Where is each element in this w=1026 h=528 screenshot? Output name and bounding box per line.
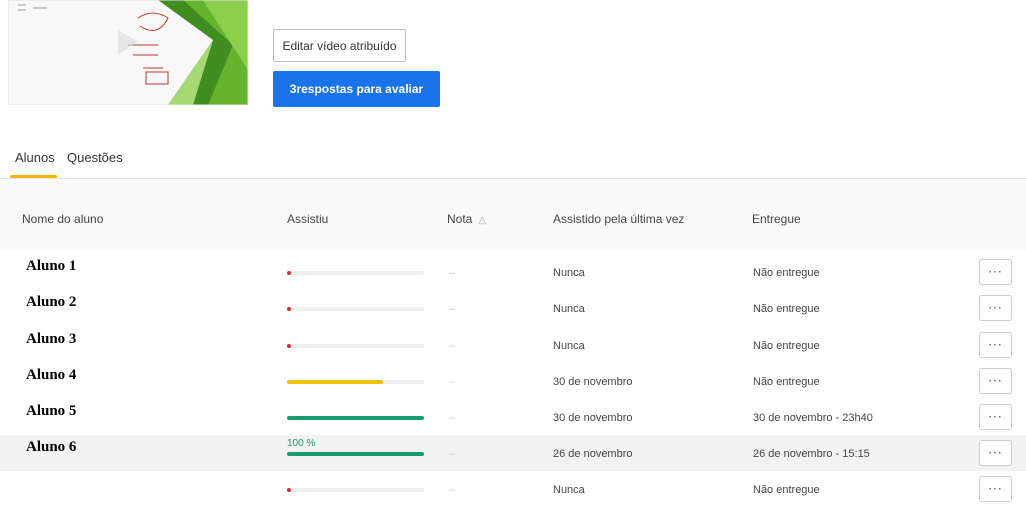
last-watched-value: Nunca xyxy=(553,340,585,352)
table-row[interactable]: Aluno 3 – Nunca Não entregue ··· xyxy=(0,327,1026,363)
column-header-last-watched[interactable]: Assistido pela última vez xyxy=(553,212,684,226)
table-row[interactable]: – Nunca Não entregue ··· xyxy=(0,471,1026,507)
last-watched-value: Nunca xyxy=(553,484,585,496)
watched-progress-fill xyxy=(287,452,424,456)
column-header-name[interactable]: Nome do aluno xyxy=(22,212,103,226)
sort-icon[interactable]: △ xyxy=(478,215,486,226)
student-name[interactable]: Aluno 4 xyxy=(26,367,76,384)
watched-progress-fill xyxy=(287,488,291,492)
delivered-value: Não entregue xyxy=(753,484,820,496)
grade-value: – xyxy=(449,303,456,315)
row-more-options-button[interactable]: ··· xyxy=(979,332,1012,358)
table-row[interactable]: Aluno 1 – Nunca Não entregue ··· xyxy=(0,254,1026,290)
watched-progress-fill xyxy=(287,416,424,420)
delivered-value: Não entregue xyxy=(753,340,820,352)
last-watched-value: 30 de novembro xyxy=(553,412,633,424)
delivered-value: Não entregue xyxy=(753,303,820,315)
student-name[interactable]: Aluno 2 xyxy=(26,294,76,311)
column-header-watched[interactable]: Assistiu xyxy=(287,212,328,226)
grade-value: – xyxy=(449,376,456,388)
last-watched-value: Nunca xyxy=(553,303,585,315)
tab-students[interactable]: Alunos xyxy=(15,150,55,165)
video-header: Editar vídeo atribuído 3respostas para a… xyxy=(0,0,1026,135)
grade-value: – xyxy=(449,412,456,424)
watched-progress-bar xyxy=(287,380,424,384)
last-watched-value: Nunca xyxy=(553,267,585,279)
answers-to-grade-button[interactable]: 3respostas para avaliar xyxy=(273,71,440,107)
thumbnail-image xyxy=(8,0,248,105)
grade-value: – xyxy=(449,267,456,279)
table-row[interactable]: Aluno 6 100 % – 26 de novembro 26 de novembr… xyxy=(0,435,1026,471)
row-more-options-button[interactable]: ··· xyxy=(979,476,1012,502)
watched-progress-bar xyxy=(287,416,424,420)
watched-progress-fill xyxy=(287,271,291,275)
table-row[interactable]: Aluno 2 – Nunca Não entregue ··· xyxy=(0,290,1026,326)
grade-value: – xyxy=(449,340,456,352)
watched-percent: 100 % xyxy=(287,438,316,449)
delivered-value: 30 de novembro - 23h40 xyxy=(753,412,873,424)
last-watched-value: 26 de novembro xyxy=(553,448,633,460)
student-name[interactable]: Aluno 6 xyxy=(26,439,76,456)
row-more-options-button[interactable]: ··· xyxy=(979,404,1012,430)
delivered-value: Não entregue xyxy=(753,376,820,388)
row-more-options-button[interactable]: ··· xyxy=(979,259,1012,285)
watched-progress-bar xyxy=(287,488,424,492)
row-more-options-button[interactable]: ··· xyxy=(979,295,1012,321)
student-name[interactable]: Aluno 5 xyxy=(26,403,76,420)
watched-progress-fill xyxy=(287,344,291,348)
column-header-grade[interactable]: Nota △ xyxy=(447,212,486,226)
row-more-options-button[interactable]: ··· xyxy=(979,440,1012,466)
video-thumbnail[interactable] xyxy=(8,0,248,105)
watched-progress-bar xyxy=(287,452,424,456)
table-row[interactable]: Aluno 4 – 30 de novembro Não entregue ··· xyxy=(0,363,1026,399)
delivered-value: Não entregue xyxy=(753,267,820,279)
edit-video-button[interactable]: Editar vídeo atribuído xyxy=(273,29,406,62)
grade-value: – xyxy=(449,484,456,496)
column-header-delivered[interactable]: Entregue xyxy=(752,212,801,226)
column-header-grade-label: Nota xyxy=(447,212,473,226)
tab-questions[interactable]: Questões xyxy=(67,150,123,165)
table-row[interactable]: Aluno 5 – 30 de novembro 30 de novembro - 2… xyxy=(0,399,1026,435)
row-more-options-button[interactable]: ··· xyxy=(979,368,1012,394)
active-tab-indicator xyxy=(10,175,57,178)
watched-progress-bar xyxy=(287,344,424,348)
watched-progress-bar xyxy=(287,271,424,275)
table-header: Nome do aluno Assistiu Nota △ Assistido p… xyxy=(0,180,1026,250)
tab-bar: Alunos Questões xyxy=(0,135,1026,179)
watched-progress-fill xyxy=(287,307,291,311)
watched-progress-bar xyxy=(287,307,424,311)
grade-value: – xyxy=(449,448,456,460)
student-name[interactable]: Aluno 1 xyxy=(26,258,76,275)
watched-progress-fill xyxy=(287,380,383,384)
delivered-value: 26 de novembro - 15:15 xyxy=(753,448,870,460)
student-name[interactable]: Aluno 3 xyxy=(26,331,76,348)
last-watched-value: 30 de novembro xyxy=(553,376,633,388)
